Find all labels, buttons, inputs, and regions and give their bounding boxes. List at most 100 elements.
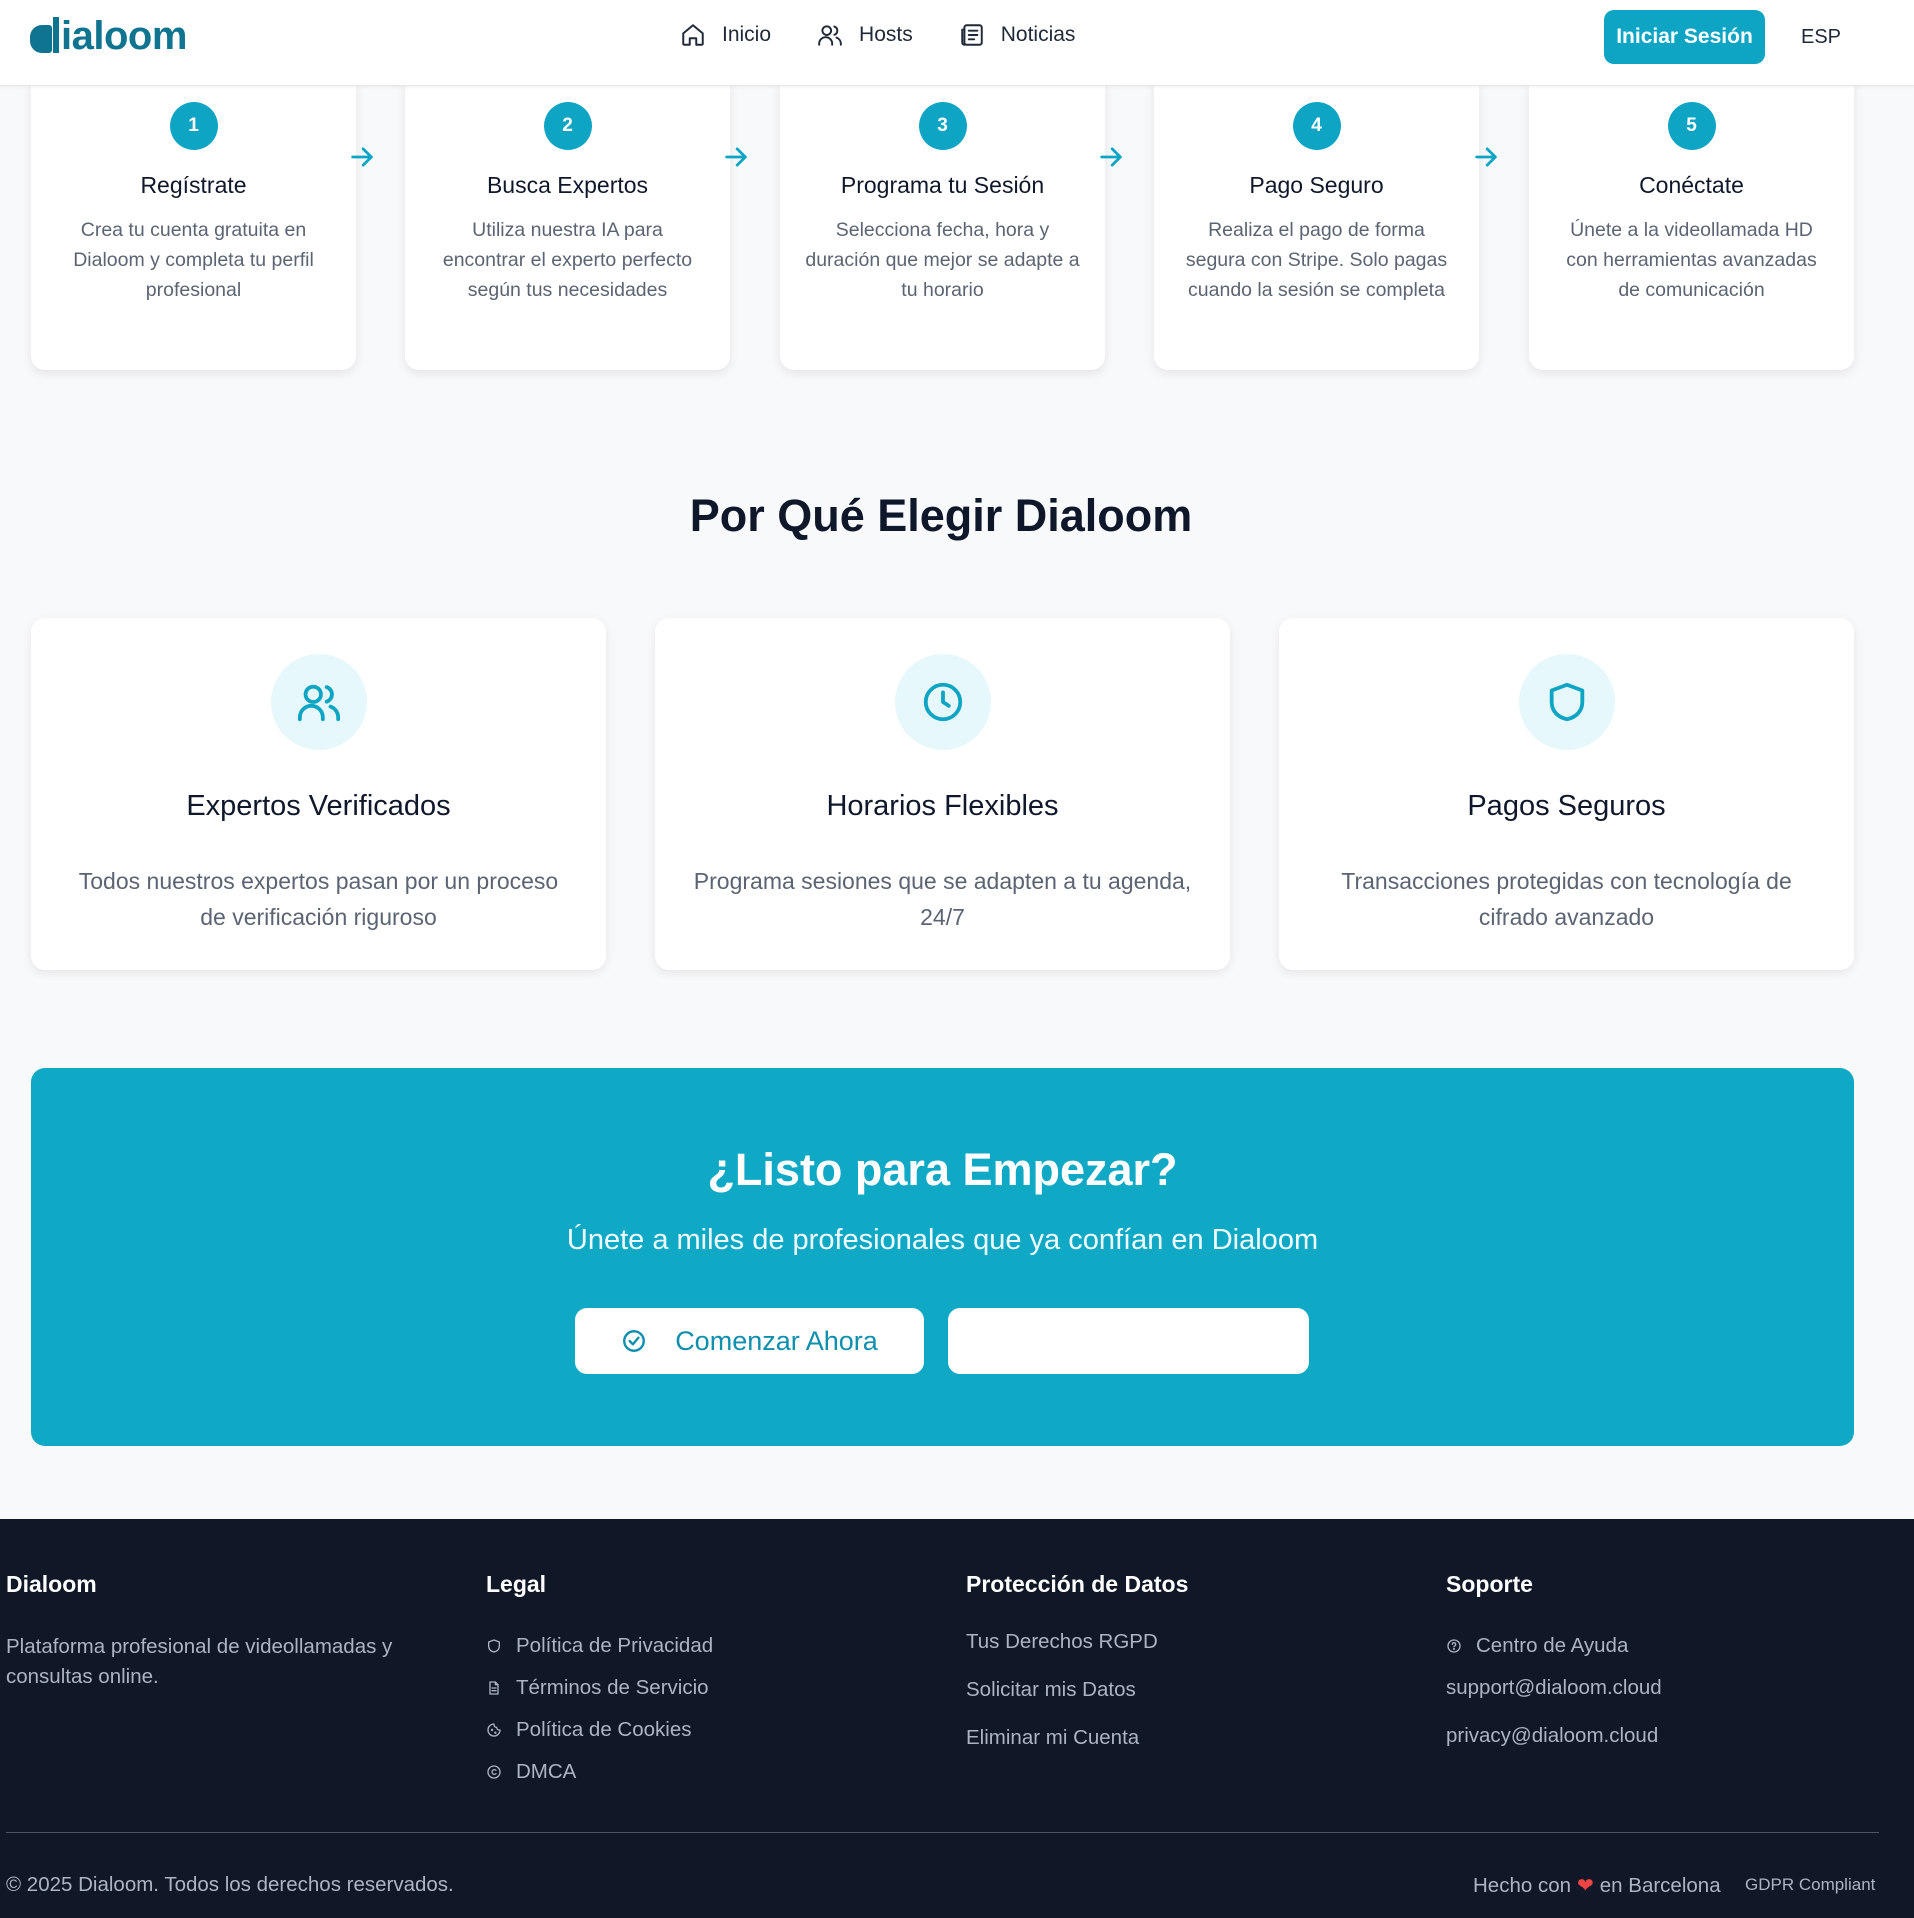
- footer: Dialoom Plataforma profesional de videol…: [0, 1519, 1914, 1918]
- footer-col-support: Soporte Centro de Ayuda support@dialoom.…: [1446, 1571, 1662, 1770]
- footer-link-cookies[interactable]: Política de Cookies: [486, 1716, 713, 1743]
- step-description: Selecciona fecha, hora y duración que me…: [805, 219, 1080, 301]
- start-now-button[interactable]: Comenzar Ahora: [575, 1308, 924, 1374]
- cta-banner: ¿Listo para Empezar? Únete a miles de pr…: [31, 1068, 1854, 1446]
- footer-heading: Protección de Datos: [966, 1571, 1189, 1597]
- footer-link-request-data[interactable]: Solicitar mis Datos: [966, 1676, 1188, 1703]
- document-icon: [489, 1680, 499, 1695]
- footer-link-delete-account[interactable]: Eliminar mi Cuenta: [966, 1724, 1188, 1751]
- footer-link-privacy[interactable]: Política de Privacidad: [486, 1632, 713, 1659]
- nav-item-inicio[interactable]: Inicio: [680, 22, 771, 48]
- step-title: Programa tu Sesión: [840, 172, 1045, 198]
- arrow-right-icon: [1097, 143, 1125, 171]
- footer-about-text: Plataforma profesional de videollamadas …: [6, 1635, 393, 1688]
- step-card-1: 1 Regístrate Crea tu cuenta gratuita en …: [31, 80, 356, 370]
- secondary-cta-button[interactable]: [948, 1308, 1309, 1374]
- shield-icon: [1549, 682, 1584, 722]
- feature-icon-wrap: [270, 654, 367, 750]
- footer-link-terms[interactable]: Términos de Servicio: [486, 1674, 713, 1701]
- section-title-why: Por Qué Elegir Dialoom: [689, 490, 1193, 541]
- nav-label: Noticias: [1000, 23, 1076, 46]
- footer-link-label: Política de Cookies: [516, 1717, 692, 1741]
- nav-item-noticias[interactable]: Noticias: [959, 22, 1076, 48]
- logo-d-stem: [53, 16, 59, 53]
- feature-card-verified: Expertos Verificados Todos nuestros expe…: [31, 618, 606, 970]
- cta-subtitle: Únete a miles de profesionales que ya co…: [566, 1224, 1319, 1256]
- made-prefix: Hecho con: [1473, 1873, 1572, 1897]
- step-description: Únete a la videollamada HD con herramien…: [1566, 219, 1817, 301]
- logo-d-mark: [30, 24, 52, 53]
- step-card-5: 5 Conéctate Únete a la videollamada HD c…: [1529, 80, 1854, 370]
- main-nav: Inicio Hosts Noticias: [680, 22, 1075, 48]
- step-description: Crea tu cuenta gratuita en Dialoom y com…: [73, 219, 314, 301]
- step-title: Busca Expertos: [486, 172, 649, 198]
- footer-link-help-center[interactable]: Centro de Ayuda: [1446, 1632, 1662, 1659]
- clock-icon: [923, 682, 962, 722]
- arrow-right-icon: [1472, 143, 1500, 171]
- home-icon: [682, 24, 704, 46]
- step-card-3: 3 Programa tu Sesión Selecciona fecha, h…: [780, 80, 1105, 370]
- step-title: Pago Seguro: [1249, 172, 1384, 198]
- step-number: 4: [1292, 102, 1341, 150]
- footer-link-support-email[interactable]: support@dialoom.cloud: [1446, 1674, 1662, 1701]
- footer-heading: Legal: [486, 1571, 547, 1597]
- footer-col-about: Dialoom Plataforma profesional de videol…: [6, 1571, 426, 1692]
- nav-label: Hosts: [859, 23, 913, 46]
- nav-item-hosts[interactable]: Hosts: [817, 22, 913, 48]
- feature-title: Horarios Flexibles: [826, 790, 1059, 822]
- check-circle-icon: [623, 1330, 646, 1352]
- newspaper-icon: [960, 24, 983, 46]
- nav-label: Inicio: [722, 23, 772, 46]
- help-circle-icon: [1447, 1638, 1461, 1653]
- feature-card-secure: Pagos Seguros Transacciones protegidas c…: [1279, 618, 1854, 970]
- feature-description: Programa sesiones que se adapten a tu ag…: [693, 868, 1192, 930]
- step-number: 5: [1667, 102, 1716, 150]
- gdpr-badge: GDPR Compliant: [1745, 1875, 1876, 1894]
- language-selector[interactable]: ESP: [1801, 26, 1841, 49]
- top-navbar: ialoom Inicio Hosts Noticias Iniciar Ses…: [0, 0, 1914, 86]
- footer-link-label: Términos de Servicio: [516, 1675, 709, 1699]
- heart-icon: ❤: [1577, 1875, 1594, 1897]
- cookie-icon: [487, 1722, 501, 1737]
- step-card-4: 4 Pago Seguro Realiza el pago de forma s…: [1154, 80, 1479, 370]
- step-description: Realiza el pago de forma segura con Stri…: [1185, 219, 1448, 301]
- step-title: Conéctate: [1639, 172, 1744, 198]
- footer-col-data: Protección de Datos Tus Derechos RGPD So…: [966, 1571, 1188, 1772]
- made-in-barcelona: Hecho con ❤ en Barcelona: [1473, 1873, 1721, 1898]
- footer-link-privacy-email[interactable]: privacy@dialoom.cloud: [1446, 1722, 1662, 1749]
- login-button[interactable]: Iniciar Sesión: [1604, 10, 1765, 64]
- step-number: 2: [543, 102, 592, 150]
- feature-icon-wrap: [1518, 654, 1615, 750]
- arrow-right-icon: [722, 143, 750, 171]
- footer-divider: [6, 1832, 1879, 1833]
- step-description: Utiliza nuestra IA para encontrar el exp…: [442, 219, 693, 301]
- arrow-right-icon: [348, 143, 376, 171]
- copyright-text: © 2025 Dialoom. Todos los derechos reser…: [6, 1873, 454, 1896]
- footer-link-label: Política de Privacidad: [516, 1633, 714, 1657]
- feature-card-flexible: Horarios Flexibles Programa sesiones que…: [655, 618, 1230, 970]
- step-title: Regístrate: [140, 172, 247, 198]
- shield-icon: [488, 1638, 500, 1653]
- feature-title: Pagos Seguros: [1467, 790, 1666, 822]
- made-suffix: en Barcelona: [1599, 1873, 1721, 1897]
- footer-heading: Dialoom: [6, 1571, 97, 1597]
- users-icon: [297, 684, 340, 722]
- footer-link-label: DMCA: [516, 1759, 577, 1783]
- footer-link-rgpd[interactable]: Tus Derechos RGPD: [966, 1628, 1188, 1655]
- feature-description: Transacciones protegidas con tecnología …: [1341, 868, 1792, 930]
- cta-title: ¿Listo para Empezar?: [707, 1144, 1178, 1195]
- footer-link-dmca[interactable]: DMCA: [486, 1758, 713, 1785]
- feature-title: Expertos Verificados: [186, 790, 451, 822]
- logo-text: ialoom: [61, 14, 187, 58]
- footer-col-legal: Legal Política de Privacidad Términos de…: [486, 1571, 713, 1800]
- footer-heading: Soporte: [1446, 1571, 1533, 1597]
- footer-link-label: Centro de Ayuda: [1476, 1633, 1629, 1657]
- feature-description: Todos nuestros expertos pasan por un pro…: [78, 868, 559, 930]
- copyright-icon: [487, 1764, 501, 1779]
- users-icon: [818, 25, 842, 46]
- step-card-2: 2 Busca Expertos Utiliza nuestra IA para…: [405, 80, 730, 370]
- dialoom-logo[interactable]: ialoom: [30, 14, 187, 59]
- feature-icon-wrap: [894, 654, 991, 750]
- step-number: 1: [169, 102, 218, 150]
- start-now-label: Comenzar Ahora: [675, 1325, 878, 1356]
